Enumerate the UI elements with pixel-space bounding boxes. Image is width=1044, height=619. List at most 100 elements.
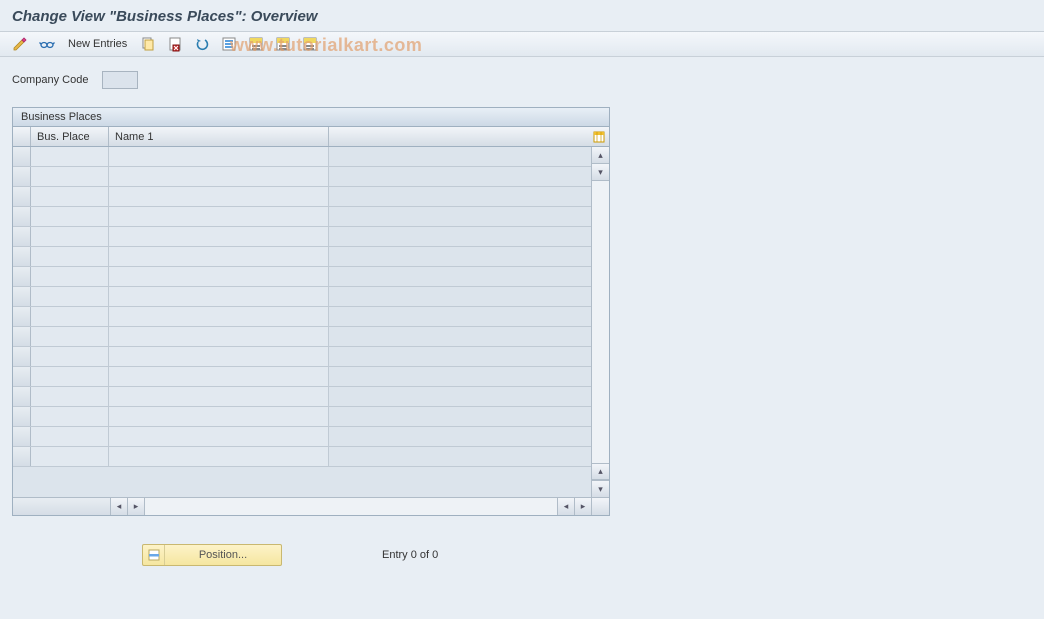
table-row[interactable] xyxy=(13,187,591,207)
cell-name1[interactable] xyxy=(109,387,329,406)
cell-name1[interactable] xyxy=(109,407,329,426)
page-title: Change View "Business Places": Overview xyxy=(0,0,1044,31)
cell-bus-place[interactable] xyxy=(31,227,109,246)
cell-name1[interactable] xyxy=(109,307,329,326)
cell-name1[interactable] xyxy=(109,147,329,166)
cell-name1[interactable] xyxy=(109,427,329,446)
cell-bus-place[interactable] xyxy=(31,427,109,446)
cell-bus-place[interactable] xyxy=(31,147,109,166)
undo-icon[interactable] xyxy=(190,34,214,54)
copy-icon[interactable] xyxy=(136,34,160,54)
cell-bus-place[interactable] xyxy=(31,207,109,226)
company-code-input[interactable] xyxy=(102,71,138,89)
position-button[interactable]: Position... xyxy=(142,544,282,566)
scroll-down-step-button[interactable]: ▴ xyxy=(592,463,609,480)
cell-bus-place[interactable] xyxy=(31,407,109,426)
cell-name1[interactable] xyxy=(109,247,329,266)
cell-name1[interactable] xyxy=(109,167,329,186)
table-row[interactable] xyxy=(13,307,591,327)
row-selector[interactable] xyxy=(13,327,31,346)
row-selector[interactable] xyxy=(13,147,31,166)
new-entries-button[interactable]: New Entries xyxy=(62,34,133,54)
print-icon[interactable] xyxy=(298,34,322,54)
hscroll-left-step-button[interactable]: ▸ xyxy=(128,498,145,515)
cell-bus-place[interactable] xyxy=(31,247,109,266)
cell-rest xyxy=(329,227,591,246)
cell-name1[interactable] xyxy=(109,207,329,226)
deselect-all-icon[interactable] xyxy=(271,34,295,54)
row-selector[interactable] xyxy=(13,447,31,466)
table-row[interactable] xyxy=(13,427,591,447)
table-row[interactable] xyxy=(13,247,591,267)
grid-body: ▴ ▾ ▴ ▾ xyxy=(13,147,609,497)
cell-name1[interactable] xyxy=(109,267,329,286)
cell-bus-place[interactable] xyxy=(31,167,109,186)
cell-rest xyxy=(329,207,591,226)
cell-name1[interactable] xyxy=(109,447,329,466)
cell-bus-place[interactable] xyxy=(31,287,109,306)
cell-name1[interactable] xyxy=(109,287,329,306)
position-label: Position... xyxy=(165,549,281,561)
row-selector[interactable] xyxy=(13,307,31,326)
grid-selector-header xyxy=(13,127,31,146)
hscroll-left-button[interactable]: ◂ xyxy=(111,498,128,515)
table-row[interactable] xyxy=(13,167,591,187)
row-selector[interactable] xyxy=(13,227,31,246)
row-selector[interactable] xyxy=(13,187,31,206)
select-all-icon[interactable] xyxy=(217,34,241,54)
delete-icon[interactable] xyxy=(163,34,187,54)
row-selector[interactable] xyxy=(13,207,31,226)
cell-bus-place[interactable] xyxy=(31,447,109,466)
scroll-down-button[interactable]: ▾ xyxy=(592,480,609,497)
scroll-up-step-button[interactable]: ▾ xyxy=(592,164,609,181)
cell-bus-place[interactable] xyxy=(31,327,109,346)
cell-name1[interactable] xyxy=(109,327,329,346)
row-selector[interactable] xyxy=(13,367,31,386)
table-row[interactable] xyxy=(13,407,591,427)
row-selector[interactable] xyxy=(13,287,31,306)
horizontal-scrollbar[interactable]: ◂ ▸ ◂ ▸ xyxy=(13,497,609,515)
hscroll-track[interactable] xyxy=(145,498,557,515)
cell-bus-place[interactable] xyxy=(31,347,109,366)
scroll-track[interactable] xyxy=(592,181,609,463)
cell-rest xyxy=(329,427,591,446)
toggle-change-display-icon[interactable] xyxy=(8,34,32,54)
cell-name1[interactable] xyxy=(109,347,329,366)
table-row[interactable] xyxy=(13,227,591,247)
row-selector[interactable] xyxy=(13,167,31,186)
row-selector[interactable] xyxy=(13,407,31,426)
cell-bus-place[interactable] xyxy=(31,387,109,406)
cell-bus-place[interactable] xyxy=(31,307,109,326)
table-row[interactable] xyxy=(13,207,591,227)
table-row[interactable] xyxy=(13,147,591,167)
table-row[interactable] xyxy=(13,347,591,367)
cell-bus-place[interactable] xyxy=(31,267,109,286)
row-selector[interactable] xyxy=(13,347,31,366)
select-block-icon[interactable] xyxy=(244,34,268,54)
cell-rest xyxy=(329,307,591,326)
table-row[interactable] xyxy=(13,447,591,467)
cell-bus-place[interactable] xyxy=(31,187,109,206)
cell-name1[interactable] xyxy=(109,367,329,386)
table-settings-icon[interactable] xyxy=(591,129,607,145)
row-selector[interactable] xyxy=(13,387,31,406)
cell-bus-place[interactable] xyxy=(31,367,109,386)
column-name1[interactable]: Name 1 xyxy=(109,127,329,146)
hscroll-right-step-button[interactable]: ◂ xyxy=(557,498,574,515)
row-selector[interactable] xyxy=(13,247,31,266)
cell-name1[interactable] xyxy=(109,187,329,206)
table-row[interactable] xyxy=(13,387,591,407)
table-row[interactable] xyxy=(13,367,591,387)
cell-name1[interactable] xyxy=(109,227,329,246)
hscroll-right-button[interactable]: ▸ xyxy=(574,498,591,515)
table-row[interactable] xyxy=(13,267,591,287)
column-bus-place[interactable]: Bus. Place xyxy=(31,127,109,146)
cell-rest xyxy=(329,447,591,466)
display-icon[interactable] xyxy=(35,34,59,54)
row-selector[interactable] xyxy=(13,267,31,286)
vertical-scrollbar[interactable]: ▴ ▾ ▴ ▾ xyxy=(591,147,609,497)
scroll-up-button[interactable]: ▴ xyxy=(592,147,609,164)
table-row[interactable] xyxy=(13,287,591,307)
row-selector[interactable] xyxy=(13,427,31,446)
table-row[interactable] xyxy=(13,327,591,347)
